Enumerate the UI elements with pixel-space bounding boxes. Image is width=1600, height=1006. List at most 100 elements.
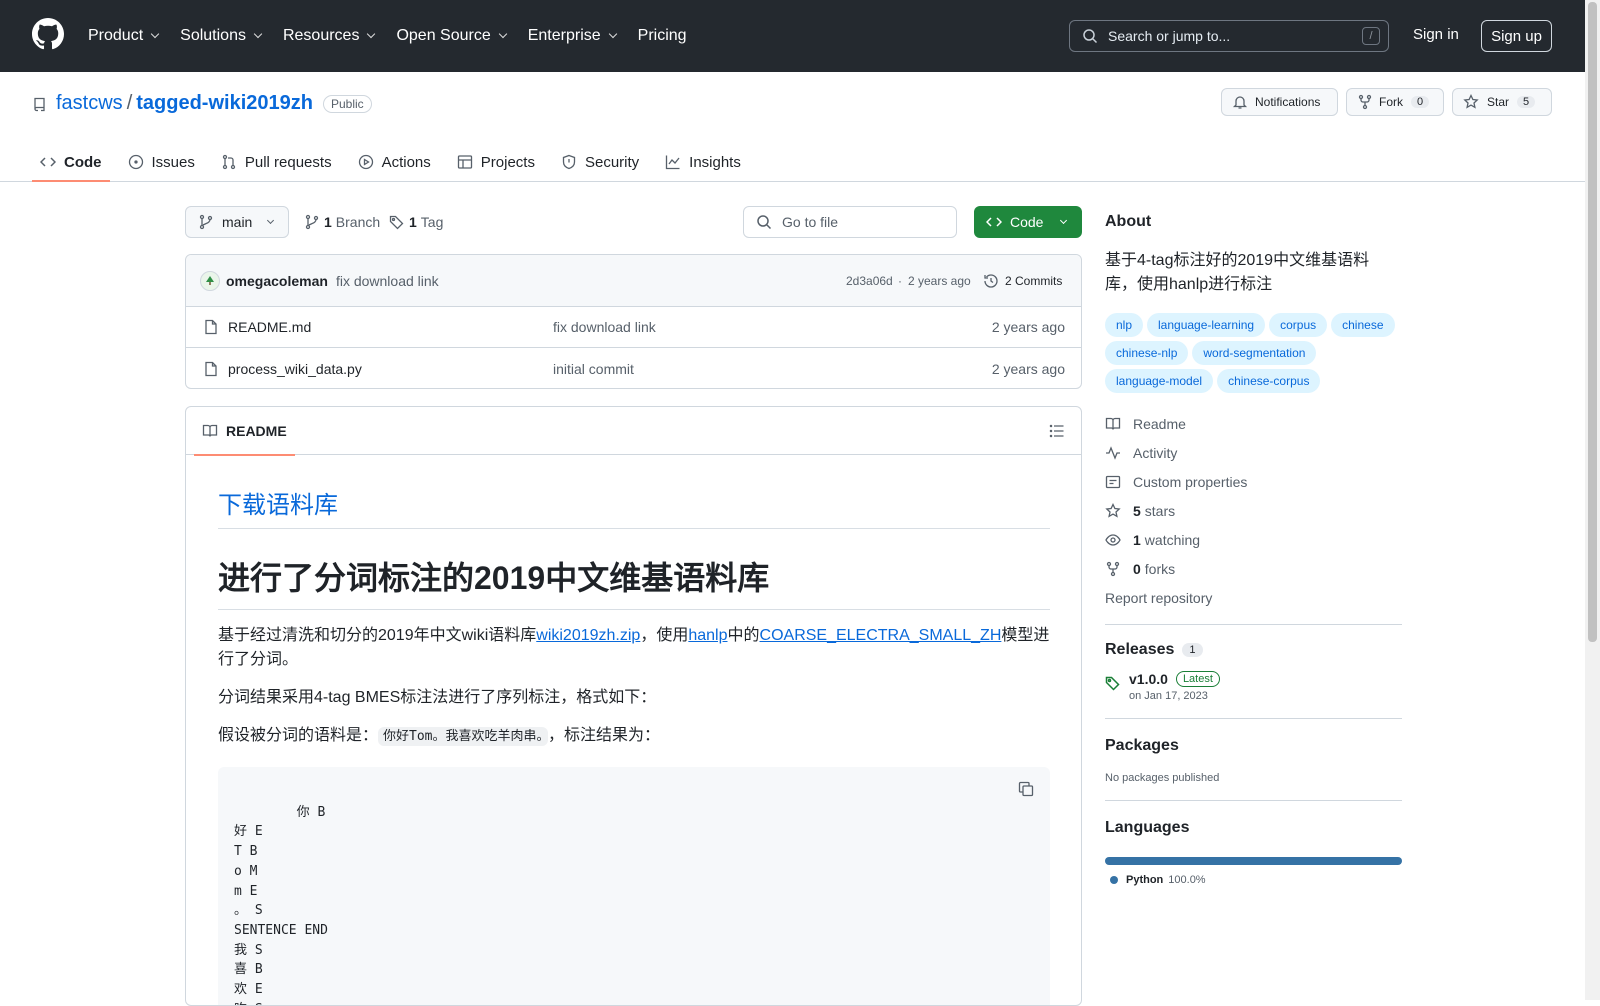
file-name[interactable]: README.md	[228, 319, 311, 335]
branches-count: 1	[324, 214, 332, 230]
model-link[interactable]: COARSE_ELECTRA_SMALL_ZH	[760, 627, 1002, 644]
language-item[interactable]: Python 100.0%	[1105, 874, 1402, 886]
tab-pull-requests[interactable]: Pull requests	[213, 142, 340, 182]
tags-link[interactable]: 1 Tag	[389, 214, 443, 230]
stars-link[interactable]: 5 stars	[1105, 496, 1402, 525]
tab-actions-label: Actions	[381, 153, 431, 171]
packages-title[interactable]: Packages	[1105, 737, 1402, 755]
forks-link[interactable]: 0 forks	[1105, 554, 1402, 583]
readme-panel: README 下载语料库 进行了分词标注的2019中文维基语料库 基于经过清洗和…	[185, 406, 1082, 1006]
repo-tabs: Code Issues Pull requests Actions Projec…	[32, 142, 759, 182]
readme-paragraph-1: 基于经过清洗和切分的2019年中文wiki语料库wiki2019zh.zip，使…	[218, 624, 1050, 672]
release-version[interactable]: v1.0.0	[1129, 671, 1168, 687]
tab-projects[interactable]: Projects	[449, 142, 543, 182]
tab-insights[interactable]: Insights	[657, 142, 749, 182]
topic-tag[interactable]: chinese-corpus	[1217, 369, 1321, 393]
topic-tag[interactable]: corpus	[1269, 313, 1328, 337]
custom-properties-link[interactable]: Custom properties	[1105, 467, 1402, 496]
nav-open-source[interactable]: Open Source	[396, 27, 507, 45]
commit-hash[interactable]: 2d3a06d	[846, 274, 893, 288]
wiki-zip-link[interactable]: wiki2019zh.zip	[536, 627, 640, 644]
release-date: on Jan 17, 2023	[1129, 690, 1208, 702]
search-input[interactable]: Search or jump to... /	[1069, 20, 1389, 52]
avatar[interactable]	[200, 270, 220, 291]
file-commit-message[interactable]: initial commit	[553, 361, 634, 377]
notifications-button[interactable]: Notifications	[1221, 88, 1338, 116]
latest-badge: Latest	[1175, 671, 1220, 687]
branches-link[interactable]: 1 Branch	[304, 214, 380, 230]
report-repository-link[interactable]: Report repository	[1105, 583, 1402, 612]
fork-icon	[1358, 94, 1372, 110]
code-button-label: Code	[1010, 214, 1044, 230]
copy-icon[interactable]	[1018, 781, 1034, 797]
hanlp-link[interactable]: hanlp	[688, 627, 727, 644]
outline-list-icon[interactable]	[1049, 423, 1065, 439]
commit-author[interactable]: omegacoleman	[226, 273, 328, 289]
tags-count: 1	[409, 214, 417, 230]
commit-message[interactable]: fix download link	[336, 273, 439, 289]
language-bar-python	[1105, 857, 1402, 865]
topic-tag[interactable]: language-model	[1105, 369, 1214, 393]
readme-link[interactable]: Readme	[1105, 409, 1402, 438]
file-icon	[205, 361, 217, 376]
fork-button[interactable]: Fork 0	[1346, 88, 1444, 116]
tab-pull-requests-label: Pull requests	[244, 153, 332, 171]
tab-security[interactable]: Security	[553, 142, 647, 182]
table-row[interactable]: process_wiki_data.py initial commit 2 ye…	[186, 348, 1081, 389]
repo-owner-link[interactable]: fastcws	[56, 92, 123, 115]
branch-selector[interactable]: main	[185, 206, 289, 238]
topic-tag[interactable]: language-learning	[1147, 313, 1266, 337]
sign-up-button[interactable]: Sign up	[1481, 20, 1552, 52]
table-row[interactable]: README.md fix download link 2 years ago	[186, 307, 1081, 348]
readme-paragraph-3: 假设被分词的语料是： 你好Tom。我喜欢吃羊肉串。 ，标注结果为：	[218, 724, 1050, 749]
note-icon	[1105, 475, 1121, 488]
tab-actions[interactable]: Actions	[350, 142, 439, 182]
star-label: Star	[1487, 95, 1510, 109]
file-name[interactable]: process_wiki_data.py	[228, 361, 362, 377]
scrollbar-thumb[interactable]	[1588, 2, 1597, 642]
tab-code[interactable]: Code	[32, 142, 110, 182]
readme-title: 进行了分词标注的2019中文维基语料库	[218, 553, 1050, 610]
topic-tag[interactable]: word-segmentation	[1192, 341, 1317, 365]
star-icon	[1463, 94, 1479, 109]
watching-link[interactable]: 1 watching	[1105, 525, 1402, 554]
activity-link[interactable]: Activity	[1105, 438, 1402, 467]
nav-solutions[interactable]: Solutions	[180, 27, 263, 45]
sign-in-link[interactable]: Sign in	[1413, 26, 1459, 43]
tab-projects-label: Projects	[480, 153, 535, 171]
repo-name-link[interactable]: tagged-wiki2019zh	[136, 92, 313, 115]
activity-link-label: Activity	[1133, 444, 1178, 461]
branch-icon	[199, 214, 213, 230]
nav-enterprise[interactable]: Enterprise	[528, 27, 617, 45]
releases-heading[interactable]: Releases 1	[1105, 641, 1402, 659]
tab-issues[interactable]: Issues	[120, 142, 203, 182]
tag-icon	[1105, 676, 1120, 691]
commits-history-link[interactable]: 2 Commits	[983, 273, 1062, 289]
global-header: Product Solutions Resources Open Source …	[0, 0, 1585, 72]
divider	[1105, 624, 1402, 625]
readme-heading-download[interactable]: 下载语料库	[218, 485, 1050, 529]
nav-resources-label: Resources	[282, 27, 360, 44]
search-shortcut-hint: /	[1362, 27, 1380, 45]
readme-paragraph-2: 分词结果采用4-tag BMES标注法进行了序列标注，格式如下：	[218, 689, 657, 706]
code-button[interactable]: Code	[974, 206, 1082, 238]
topic-tag[interactable]: chinese	[1331, 313, 1395, 337]
readme-tab[interactable]: README	[194, 407, 295, 456]
star-button[interactable]: Star 5	[1452, 88, 1552, 116]
chevron-down-icon	[150, 29, 160, 39]
topic-tag[interactable]: nlp	[1105, 313, 1144, 337]
go-to-file-input[interactable]: Go to file	[743, 206, 957, 238]
nav-resources[interactable]: Resources	[282, 27, 376, 45]
file-commit-message[interactable]: fix download link	[553, 319, 656, 335]
tab-issues-label: Issues	[151, 153, 195, 171]
github-logo-icon[interactable]	[32, 18, 64, 50]
nav-pricing[interactable]: Pricing	[638, 27, 687, 45]
issue-icon	[128, 154, 143, 170]
nav-product[interactable]: Product	[88, 27, 160, 45]
topic-tag[interactable]: chinese-nlp	[1105, 341, 1189, 365]
forks-label: forks	[1144, 560, 1176, 577]
about-sidebar: About 基于4-tag标注好的2019中文维基语料库，使用hanlp进行标注…	[1105, 182, 1402, 886]
release-item[interactable]: v1.0.0 Latest on Jan 17, 2023	[1105, 671, 1402, 702]
p1-text-a: 基于经过清洗和切分的2019年中文wiki语料库	[218, 627, 537, 644]
about-title: About	[1105, 213, 1152, 230]
